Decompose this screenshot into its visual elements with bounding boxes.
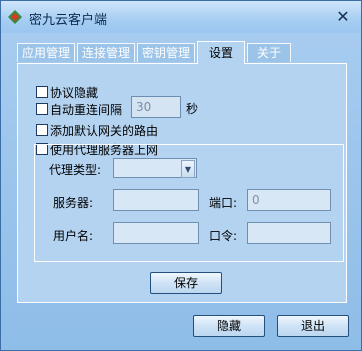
main-window: 密九云客户端 ✕ 应用管理 连接管理 密钥管理 设置 关于 协议隐藏 自动重连间… <box>0 0 362 351</box>
port-label: 端口: <box>209 196 238 210</box>
default-route-label: 添加默认网关的路由 <box>50 123 159 138</box>
default-route-row[interactable]: 添加默认网关的路由 <box>36 122 158 138</box>
hide-protocol-label: 协议隐藏 <box>50 85 99 100</box>
default-route-checkbox[interactable] <box>36 124 48 136</box>
tab-keys[interactable]: 密钥管理 <box>137 43 195 62</box>
hide-protocol-row[interactable]: 协议隐藏 <box>36 84 98 100</box>
auto-reconnect-row[interactable]: 自动重连间隔 <box>36 101 122 117</box>
hide-protocol-checkbox[interactable] <box>36 86 48 98</box>
app-icon <box>8 10 22 24</box>
settings-panel: 协议隐藏 自动重连间隔 30 秒 添加默认网关的路由 使用代理服务器上网 代理类… <box>17 63 347 303</box>
password-input[interactable] <box>247 222 331 244</box>
reconnect-interval-input[interactable]: 30 <box>131 96 181 118</box>
auto-reconnect-checkbox[interactable] <box>36 103 48 115</box>
username-input[interactable] <box>113 222 199 244</box>
port-input[interactable]: 0 <box>247 189 331 211</box>
password-label: 口令: <box>209 229 238 243</box>
seconds-unit-label: 秒 <box>186 102 199 116</box>
window-title: 密九云客户端 <box>29 13 108 28</box>
proxy-group: 代理类型: ▼ 服务器: 端口: 0 用户名: 口令: <box>34 144 344 262</box>
server-input[interactable] <box>113 189 199 211</box>
proxy-type-label: 代理类型: <box>49 163 102 177</box>
title-bar[interactable]: 密九云客户端 ✕ <box>1 1 361 33</box>
close-icon[interactable]: ✕ <box>331 6 355 28</box>
tab-apps[interactable]: 应用管理 <box>17 43 75 62</box>
chevron-down-icon[interactable]: ▼ <box>181 160 195 178</box>
hide-button[interactable]: 隐藏 <box>193 315 265 337</box>
server-label: 服务器: <box>53 196 94 210</box>
tab-settings[interactable]: 设置 <box>197 41 245 64</box>
tab-about[interactable]: 关于 <box>247 43 291 62</box>
tab-connections[interactable]: 连接管理 <box>77 43 135 62</box>
auto-reconnect-label: 自动重连间隔 <box>50 102 123 117</box>
exit-button[interactable]: 退出 <box>277 315 349 337</box>
proxy-type-select[interactable]: ▼ <box>113 158 197 178</box>
username-label: 用户名: <box>53 229 94 243</box>
save-button[interactable]: 保存 <box>150 272 222 294</box>
